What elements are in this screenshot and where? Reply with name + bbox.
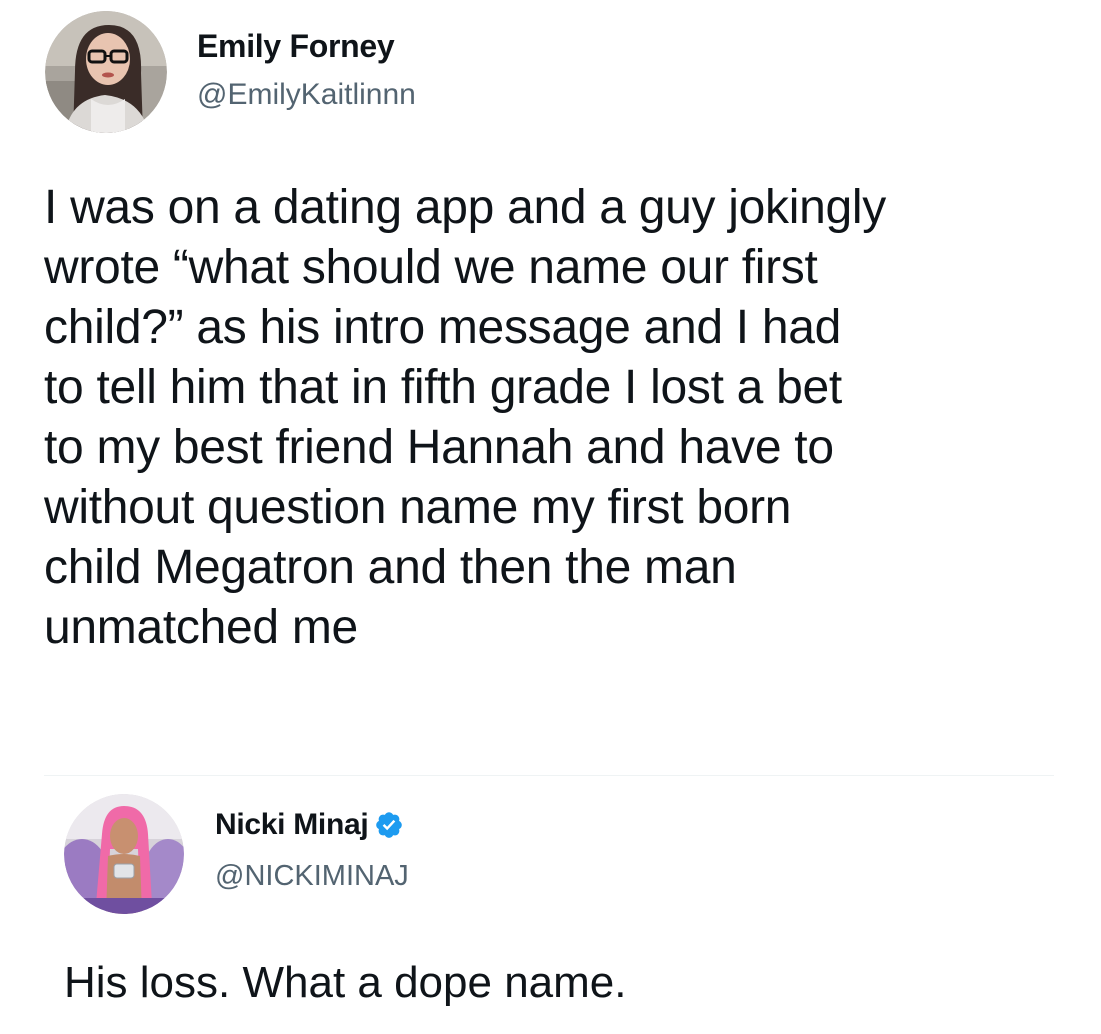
tweet-text: I was on a dating app and a guy jokingly… [44,181,886,654]
author-name[interactable]: Emily Forney [197,28,395,65]
tweet-emily-forney: Emily Forney @EmilyKaitlinnn I was on a … [0,0,1101,780]
verified-badge-icon [374,810,404,840]
divider [44,775,1054,776]
author-name[interactable]: Nicki Minaj [215,808,369,842]
author-handle[interactable]: @EmilyKaitlinnn [197,78,416,112]
tweet-screenshot: Emily Forney @EmilyKaitlinnn I was on a … [0,0,1101,1034]
avatar-nicki-minaj[interactable] [64,794,184,914]
reply-text: His loss. What a dope name. [64,958,627,1007]
avatar-emily-forney[interactable] [45,11,167,133]
author-name-row: Nicki Minaj [215,808,404,842]
profile-photo-icon [45,11,167,133]
profile-photo-icon [64,794,184,914]
author-handle[interactable]: @NICKIMINAJ [215,860,409,893]
tweet-nicki-minaj: Nicki Minaj @NICKIMINAJ His loss. What a… [0,780,1101,1034]
